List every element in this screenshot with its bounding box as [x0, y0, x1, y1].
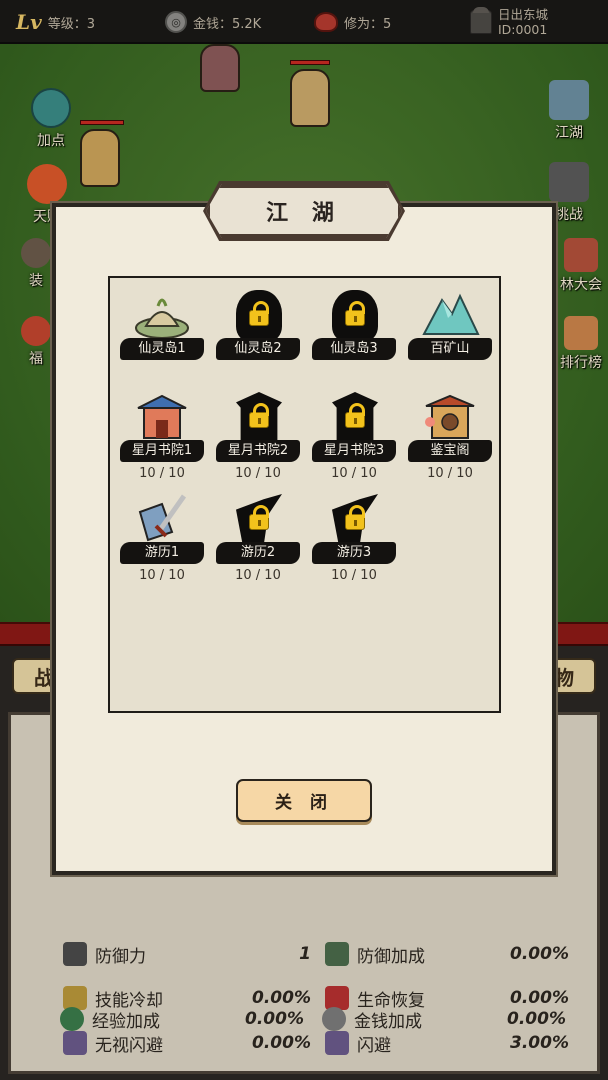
- mountain-icon: [420, 288, 480, 344]
- map-item-locked[interactable]: 游历3 10 / 10: [306, 492, 402, 583]
- map-label: 游历3: [312, 542, 396, 564]
- sword-icon: [132, 492, 192, 548]
- map-list: 仙灵岛1 仙灵岛2 仙灵岛3 百矿山 星月书院1 10 / 10 星月书院2 1…: [108, 276, 501, 713]
- locked-silhouette: [324, 492, 384, 548]
- map-label: 仙灵岛2: [216, 338, 300, 360]
- lock-icon: [345, 505, 365, 530]
- map-item[interactable]: 游历1 10 / 10: [114, 492, 210, 583]
- map-count: 10 / 10: [427, 466, 473, 481]
- lock-icon: [345, 301, 365, 326]
- map-item[interactable]: 仙灵岛1: [114, 288, 210, 360]
- map-label: 游历1: [120, 542, 204, 564]
- map-count: 10 / 10: [331, 568, 377, 583]
- map-label: 游历2: [216, 542, 300, 564]
- map-item-locked[interactable]: 星月书院2 10 / 10: [210, 390, 306, 481]
- map-item-locked[interactable]: 仙灵岛2: [210, 288, 306, 360]
- map-item-locked[interactable]: 仙灵岛3: [306, 288, 402, 360]
- map-label: 百矿山: [408, 338, 492, 360]
- map-item[interactable]: 鉴宝阁 10 / 10: [402, 390, 498, 481]
- locked-silhouette: [228, 492, 288, 548]
- lock-icon: [249, 301, 269, 326]
- locked-silhouette: [228, 288, 288, 344]
- locked-silhouette: [324, 288, 384, 344]
- island-icon: [132, 288, 192, 344]
- close-button[interactable]: 关 闭: [236, 779, 372, 822]
- map-count: 10 / 10: [139, 568, 185, 583]
- map-item-locked[interactable]: 游历2 10 / 10: [210, 492, 306, 583]
- locked-silhouette: [324, 390, 384, 446]
- map-count: 10 / 10: [235, 568, 281, 583]
- map-item[interactable]: 星月书院1 10 / 10: [114, 390, 210, 481]
- map-label: 星月书院2: [216, 440, 300, 462]
- dialog-title: 江 湖: [206, 184, 402, 238]
- lock-icon: [249, 403, 269, 428]
- treasure-pavilion-icon: [420, 390, 480, 446]
- map-item[interactable]: 百矿山: [402, 288, 498, 360]
- academy-icon: [132, 390, 192, 446]
- map-item-locked[interactable]: 星月书院3 10 / 10: [306, 390, 402, 481]
- map-label: 仙灵岛1: [120, 338, 204, 360]
- lock-icon: [345, 403, 365, 428]
- map-count: 10 / 10: [331, 466, 377, 481]
- lock-icon: [249, 505, 269, 530]
- map-label: 星月书院1: [120, 440, 204, 462]
- map-label: 星月书院3: [312, 440, 396, 462]
- locked-silhouette: [228, 390, 288, 446]
- map-label: 鉴宝阁: [408, 440, 492, 462]
- map-count: 10 / 10: [235, 466, 281, 481]
- map-count: 10 / 10: [139, 466, 185, 481]
- map-label: 仙灵岛3: [312, 338, 396, 360]
